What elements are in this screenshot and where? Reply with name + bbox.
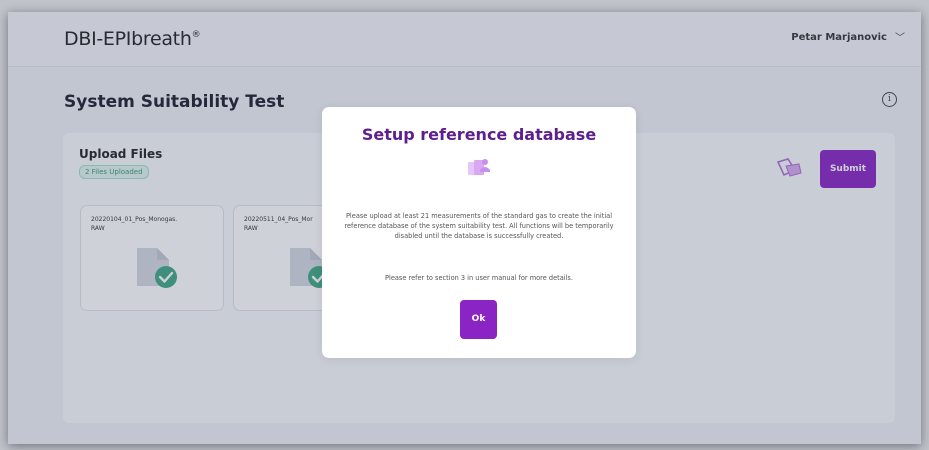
modal-reference-note: Please refer to section 3 in user manual…	[385, 274, 573, 282]
database-user-icon	[468, 159, 490, 175]
setup-reference-modal: Setup reference database Please upload a…	[322, 107, 636, 358]
modal-message: Please upload at least 21 measurements o…	[344, 212, 614, 240]
modal-title: Setup reference database	[361, 125, 597, 144]
ok-button[interactable]: Ok	[460, 300, 497, 339]
